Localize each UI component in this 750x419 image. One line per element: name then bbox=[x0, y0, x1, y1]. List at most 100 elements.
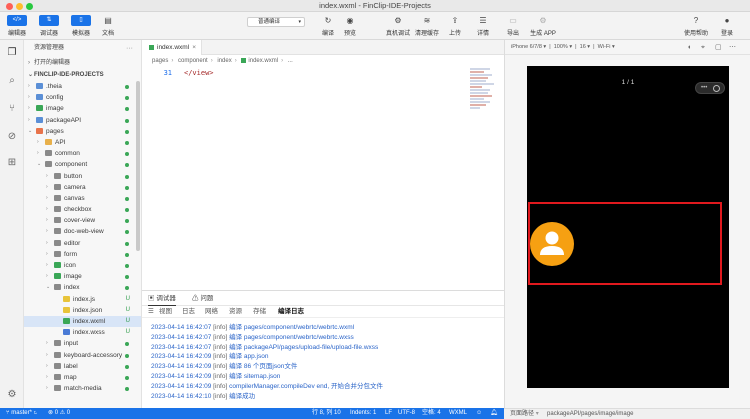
folder-item[interactable]: › input bbox=[24, 338, 141, 349]
editor-tab[interactable]: index.wxml × bbox=[142, 40, 202, 55]
source-control-icon[interactable]: ⑂ bbox=[5, 102, 19, 116]
details-button[interactable]: ☰ 详情 bbox=[470, 15, 496, 37]
subtab-log[interactable]: 日志 bbox=[182, 306, 195, 318]
zoom-select[interactable]: 100% bbox=[554, 44, 568, 50]
folder-item[interactable]: › camera bbox=[24, 182, 141, 193]
code-line[interactable]: 31 </view> bbox=[142, 67, 504, 79]
git-status-dot bbox=[125, 174, 129, 179]
git-status-dot bbox=[125, 140, 129, 145]
encoding-setting[interactable]: UTF-8 bbox=[398, 408, 415, 419]
folder-item[interactable]: › doc-web-view bbox=[24, 226, 141, 237]
folder-item[interactable]: › keyboard-accessory bbox=[24, 350, 141, 361]
open-editors-section[interactable]: › 打开的编辑器 bbox=[24, 57, 141, 69]
extensions-icon[interactable]: ⊞ bbox=[5, 156, 19, 170]
subtab-compile-log[interactable]: 编译日志 bbox=[278, 306, 304, 318]
log-line: 2023-04-14 16:42:09 [info] compilerManag… bbox=[151, 382, 383, 390]
more-icon[interactable]: ••• bbox=[701, 85, 707, 91]
breadcrumb-item[interactable]: index.wxml bbox=[248, 58, 278, 64]
folder-item[interactable]: ⌄ index bbox=[24, 282, 141, 293]
tab-debugger[interactable]: ▣ 调试器 bbox=[148, 291, 176, 306]
more-icon[interactable]: ··· bbox=[126, 40, 133, 57]
problems-indicator[interactable]: ⊗ 0 ⚠ 0 bbox=[48, 408, 70, 419]
tree-item-label: .theia bbox=[46, 83, 62, 90]
help-button[interactable]: ? 使用帮助 bbox=[683, 15, 709, 37]
file-item[interactable]: index.wxml U bbox=[24, 315, 141, 328]
spaces-setting[interactable]: 空格: 4 bbox=[422, 408, 441, 419]
mini-program-capsule[interactable]: ••• bbox=[695, 82, 725, 94]
folder-item[interactable]: › common bbox=[24, 148, 141, 159]
upload-button[interactable]: ⇪ 上传 bbox=[442, 15, 468, 37]
folder-item[interactable]: › icon bbox=[24, 260, 141, 271]
eol-setting[interactable]: LF bbox=[385, 408, 392, 419]
subtab-network[interactable]: 网络 bbox=[205, 306, 218, 318]
window-icon[interactable]: ▢ bbox=[715, 40, 722, 55]
chevron-right-icon: › bbox=[46, 194, 48, 201]
file-item[interactable]: index.json U bbox=[24, 305, 141, 316]
generate-app-button[interactable]: ⚙ 生成 APP bbox=[530, 15, 556, 37]
video-view[interactable] bbox=[528, 202, 722, 285]
network-select[interactable]: Wi-Fi bbox=[598, 44, 611, 50]
indent-setting[interactable]: Indents: 1 bbox=[350, 408, 376, 419]
audio-icon[interactable]: ◖ bbox=[687, 40, 691, 55]
phone-icon: ▯ bbox=[71, 15, 91, 26]
subtab-storage[interactable]: 存储 bbox=[253, 306, 266, 318]
folder-item[interactable]: › button bbox=[24, 171, 141, 182]
folder-item[interactable]: ⌄ pages bbox=[24, 126, 141, 137]
language-mode[interactable]: WXML bbox=[449, 408, 467, 419]
folder-item[interactable]: › .theia bbox=[24, 81, 141, 92]
close-icon[interactable]: × bbox=[192, 40, 196, 55]
menu-icon[interactable]: ☰ bbox=[148, 306, 154, 318]
export-button[interactable]: ▭ 导出 bbox=[500, 15, 526, 37]
page-path[interactable]: packageAPI/pages/image/image bbox=[547, 411, 633, 417]
settings-icon[interactable]: ⚙ bbox=[5, 388, 19, 402]
file-item[interactable]: index.js U bbox=[24, 294, 141, 305]
folder-item[interactable]: › match-media bbox=[24, 383, 141, 394]
clear-cache-button[interactable]: ≋ 清理缓存 bbox=[414, 15, 440, 37]
search-icon[interactable]: ⌕ bbox=[5, 74, 19, 88]
folder-item[interactable]: › API bbox=[24, 137, 141, 148]
font-size-select[interactable]: 16 bbox=[580, 44, 586, 50]
folder-item[interactable]: › editor bbox=[24, 238, 141, 249]
folder-item[interactable]: › image bbox=[24, 103, 141, 114]
preview-button[interactable]: ◉ 预览 bbox=[337, 15, 363, 37]
files-icon[interactable]: ❐ bbox=[5, 46, 19, 60]
folder-icon bbox=[54, 183, 61, 190]
subtab-view[interactable]: 视图 bbox=[159, 306, 172, 318]
minimap[interactable] bbox=[470, 68, 496, 116]
folder-item[interactable]: › packageAPI bbox=[24, 115, 141, 126]
compile-mode-select[interactable]: 普通编译 ▾ bbox=[247, 17, 305, 27]
notification-icon[interactable]: 🔔︎ bbox=[490, 408, 498, 419]
folder-item[interactable]: › config bbox=[24, 92, 141, 103]
folder-item[interactable]: › cover-view bbox=[24, 215, 141, 226]
close-circle-icon[interactable] bbox=[713, 85, 720, 92]
file-item[interactable]: index.wxss U bbox=[24, 327, 141, 338]
folder-item[interactable]: ⌄ component bbox=[24, 159, 141, 170]
folder-item[interactable]: › image bbox=[24, 271, 141, 282]
folder-item[interactable]: › map bbox=[24, 372, 141, 383]
cursor-position[interactable]: 行 8, 列 10 bbox=[312, 408, 341, 419]
more-icon[interactable]: ⋯ bbox=[729, 40, 736, 55]
folder-item[interactable]: › label bbox=[24, 361, 141, 372]
docs-button[interactable]: ▤ 文档 bbox=[95, 15, 121, 37]
feedback-icon[interactable]: ☺ bbox=[476, 408, 482, 419]
breadcrumb-item[interactable]: index bbox=[217, 58, 231, 64]
folder-item[interactable]: › canvas bbox=[24, 193, 141, 204]
branch-indicator[interactable]: ⑂ master* ↻ bbox=[6, 408, 37, 419]
project-section[interactable]: ⌄FINCLIP-IDE-PROJECTS bbox=[24, 69, 141, 81]
folder-item[interactable]: › form bbox=[24, 249, 141, 260]
debugger-toggle-button[interactable]: ⇅ 调试器 bbox=[36, 15, 62, 37]
breadcrumb-item[interactable]: component bbox=[178, 58, 208, 64]
folder-item[interactable]: › checkbox bbox=[24, 204, 141, 215]
breadcrumb-item[interactable]: ... bbox=[288, 58, 293, 64]
phone-screen[interactable]: 1 / 1 ••• bbox=[527, 66, 729, 388]
simulator-toggle-button[interactable]: ▯ 模拟器 bbox=[68, 15, 94, 37]
editor-toggle-button[interactable]: </> 编辑器 bbox=[4, 15, 30, 37]
debug-icon[interactable]: ⊘ bbox=[5, 130, 19, 144]
tab-problems[interactable]: ⚠ 问题 bbox=[192, 291, 213, 306]
device-select[interactable]: iPhone 6/7/8 bbox=[511, 44, 542, 50]
breadcrumb-item[interactable]: pages bbox=[152, 58, 168, 64]
subtab-resources[interactable]: 资源 bbox=[229, 306, 242, 318]
location-icon[interactable]: ⌖ bbox=[701, 40, 705, 55]
login-button[interactable]: ● 登录 bbox=[714, 15, 740, 37]
real-device-debug-button[interactable]: ⚙ 真机调试 bbox=[385, 15, 411, 37]
